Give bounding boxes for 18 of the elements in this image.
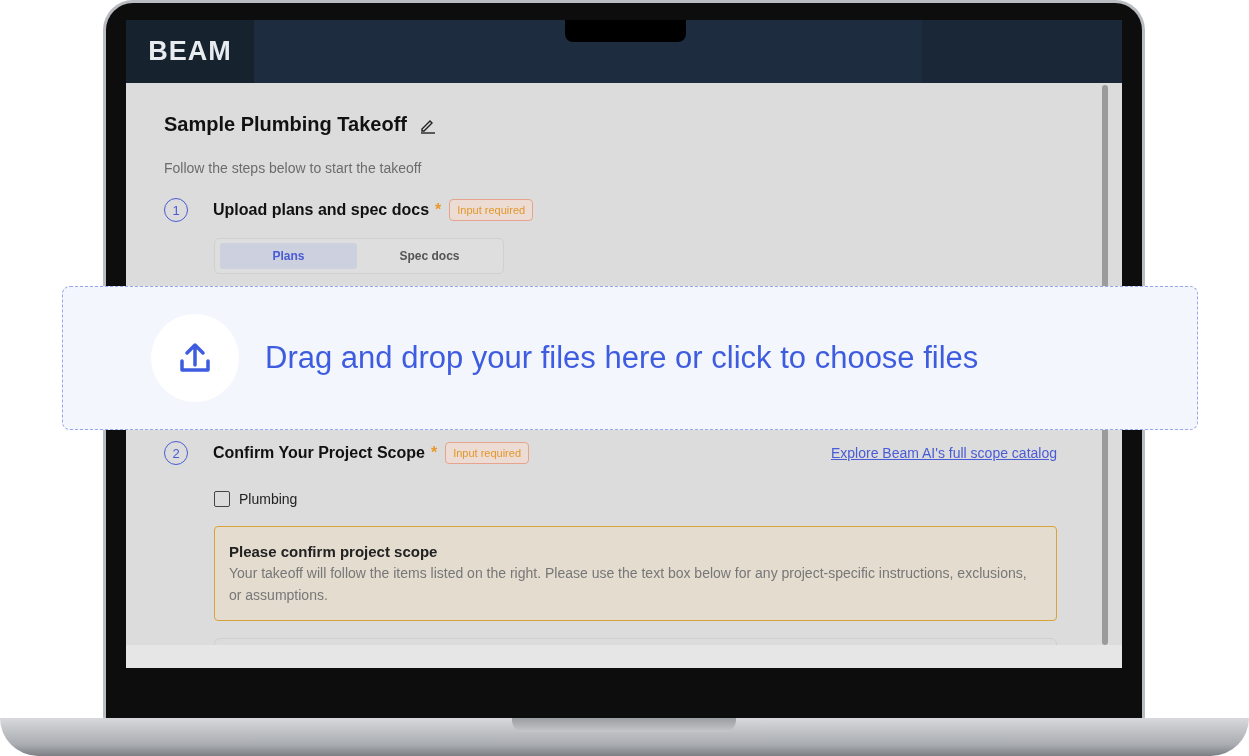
page-title: Sample Plumbing Takeoff: [164, 113, 407, 136]
notice-text: Your takeoff will follow the items listed on the right. Please use the text box below for any project-specific instructions, exclusions, or assumptions.: [229, 564, 1028, 605]
upload-tab[interactable]: Plans: [220, 243, 357, 269]
step-title: Confirm Your Project Scope: [213, 444, 425, 462]
step-title: Upload plans and spec docs: [213, 201, 430, 219]
file-drop-zone[interactable]: Drag and drop your files here or click to choose files: [62, 286, 1198, 430]
status-badge: Input required: [445, 442, 529, 464]
notice-title: Please confirm project scope: [229, 543, 439, 560]
drop-zone-text: Drag and drop your files here or click to choose files: [265, 340, 979, 376]
scope-catalog-link[interactable]: Explore Beam AI's full scope catalog: [830, 445, 1057, 461]
required-mark: *: [435, 201, 442, 219]
checkbox-label[interactable]: Plumbing: [239, 491, 298, 507]
status-badge: Input required: [449, 199, 534, 221]
required-mark: *: [430, 444, 438, 462]
upload-icon: [178, 341, 212, 375]
checkbox[interactable]: [214, 491, 230, 507]
instructions-text: Follow the steps below to start the takeoff: [164, 160, 423, 176]
upload-tab[interactable]: Spec docs: [361, 243, 498, 269]
